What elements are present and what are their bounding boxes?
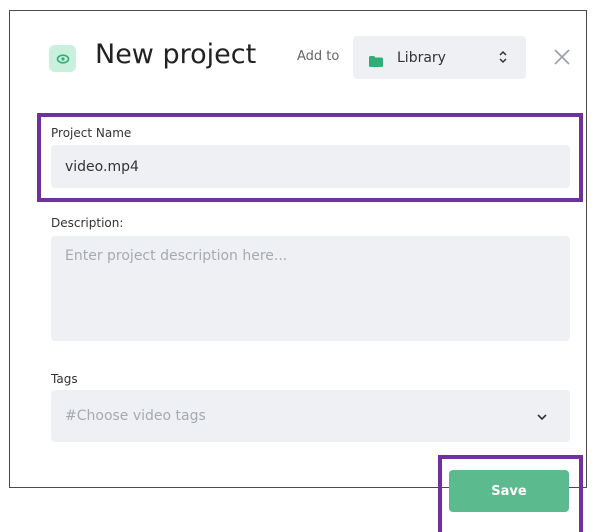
- save-button-highlight: [438, 455, 583, 532]
- description-textarea[interactable]: Enter project description here...: [51, 236, 570, 341]
- add-to-label: Add to: [297, 49, 340, 64]
- close-icon[interactable]: [552, 47, 572, 67]
- project-name-input[interactable]: video.mp4: [51, 145, 570, 188]
- dialog-title: New project: [95, 39, 257, 70]
- library-select-value: Library: [397, 49, 446, 66]
- project-name-label: Project Name: [51, 126, 132, 140]
- library-select[interactable]: Library: [353, 36, 526, 79]
- eye-icon: [49, 45, 76, 72]
- description-label: Description:: [51, 216, 124, 230]
- tags-select[interactable]: #Choose video tags: [51, 390, 570, 442]
- chevron-down-icon: [536, 410, 548, 426]
- tags-placeholder: #Choose video tags: [65, 408, 206, 424]
- description-placeholder: Enter project description here...: [65, 248, 288, 264]
- updown-chevron-icon: [498, 47, 508, 71]
- tags-label: Tags: [51, 372, 78, 386]
- folder-icon: [369, 52, 383, 67]
